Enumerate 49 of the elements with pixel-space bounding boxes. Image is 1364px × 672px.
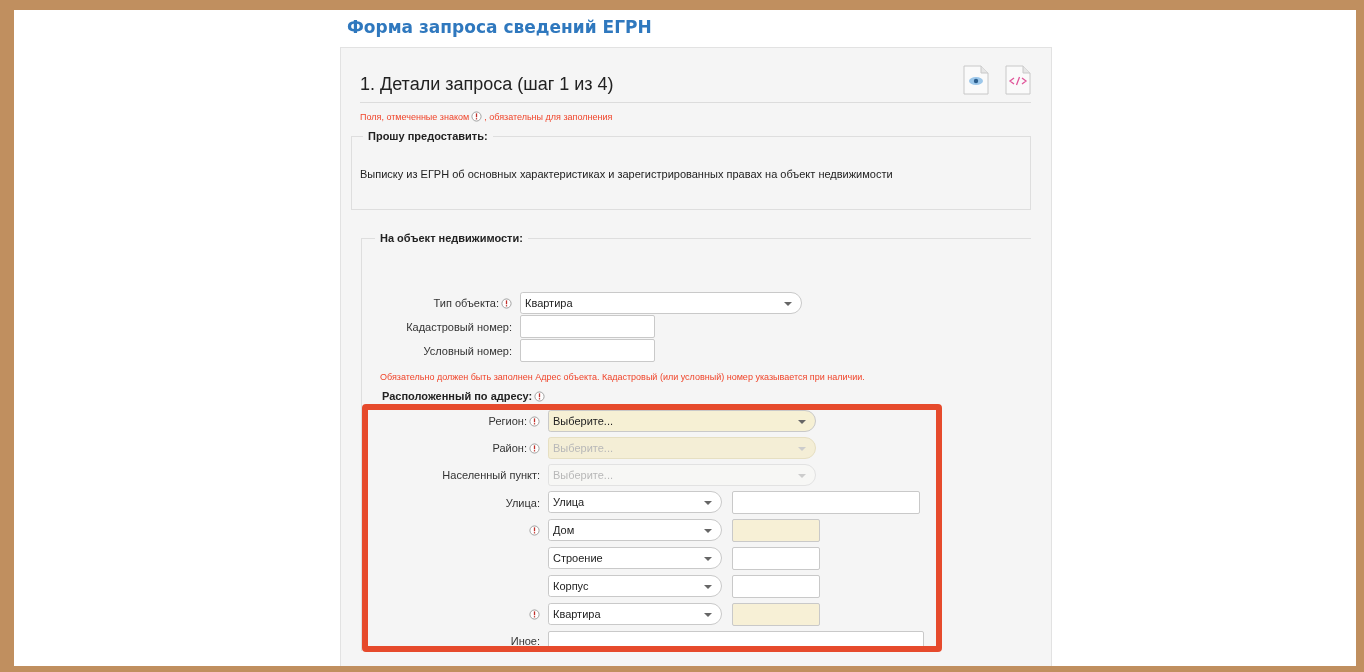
input-field[interactable] bbox=[520, 339, 655, 362]
caret-icon bbox=[798, 474, 806, 478]
required-icon bbox=[529, 609, 540, 620]
field-label: Условный номер: bbox=[423, 344, 512, 357]
dropdown-select[interactable]: Выберите... bbox=[548, 410, 816, 432]
input-field[interactable] bbox=[732, 603, 820, 626]
field-label: Иное: bbox=[510, 635, 540, 647]
step-title: 1. Детали запроса (шаг 1 из 4) bbox=[360, 72, 614, 95]
field-label: Регион: bbox=[488, 415, 527, 427]
required-icon bbox=[529, 415, 540, 427]
required-icon bbox=[529, 442, 540, 454]
field-label: Улица: bbox=[505, 496, 540, 509]
field-label: Кадастровый номер: bbox=[406, 320, 512, 333]
address-note: Обязательно должен быть заполнен Адрес объекта. Кадастровый (или условный) номер указывается при наличии. bbox=[380, 372, 866, 382]
input-field[interactable] bbox=[520, 315, 655, 338]
code-icon[interactable] bbox=[1005, 65, 1031, 95]
caret-icon bbox=[784, 302, 792, 306]
dropdown-select[interactable]: Корпус bbox=[548, 575, 722, 597]
caret-icon bbox=[704, 501, 712, 505]
caret-icon bbox=[704, 529, 712, 533]
required-icon bbox=[529, 525, 540, 536]
caret-icon bbox=[704, 613, 712, 617]
dropdown-select[interactable]: Квартира bbox=[548, 603, 722, 625]
field-label: Населенный пункт: bbox=[442, 469, 540, 481]
caret-icon bbox=[798, 420, 806, 424]
caret-icon bbox=[704, 557, 712, 561]
form-title: Форма запроса сведений ЕГРН bbox=[347, 16, 653, 39]
input-field[interactable] bbox=[732, 491, 920, 514]
required-icon bbox=[501, 297, 512, 309]
required-note: Поля, отмеченные знаком bbox=[360, 111, 470, 122]
address-legend: Расположенный по адресу: bbox=[382, 390, 533, 402]
input-field[interactable] bbox=[732, 575, 820, 598]
input-field[interactable] bbox=[732, 519, 820, 542]
preview-icon[interactable] bbox=[963, 65, 989, 95]
request-text: Выписку из ЕГРН об основных характеристиках и зарегистрированных правах на объект недвижимости bbox=[360, 168, 894, 180]
required-note: , обязательны для заполнения bbox=[484, 111, 613, 122]
dropdown-select[interactable]: Улица bbox=[548, 491, 722, 513]
group-legend: На объект недвижимости: bbox=[375, 232, 528, 244]
required-icon bbox=[471, 111, 483, 122]
input-field[interactable] bbox=[732, 547, 820, 570]
field-label: Район: bbox=[492, 442, 527, 454]
caret-icon bbox=[798, 447, 806, 451]
required-icon bbox=[534, 390, 546, 402]
dropdown-select[interactable]: Строение bbox=[548, 547, 722, 569]
group-legend: Прошу предоставить: bbox=[363, 130, 493, 142]
object-type-select[interactable]: Квартира bbox=[520, 292, 802, 314]
caret-icon bbox=[704, 585, 712, 589]
dropdown-select[interactable]: Дом bbox=[548, 519, 722, 541]
field-label: Тип объекта: bbox=[433, 297, 499, 309]
